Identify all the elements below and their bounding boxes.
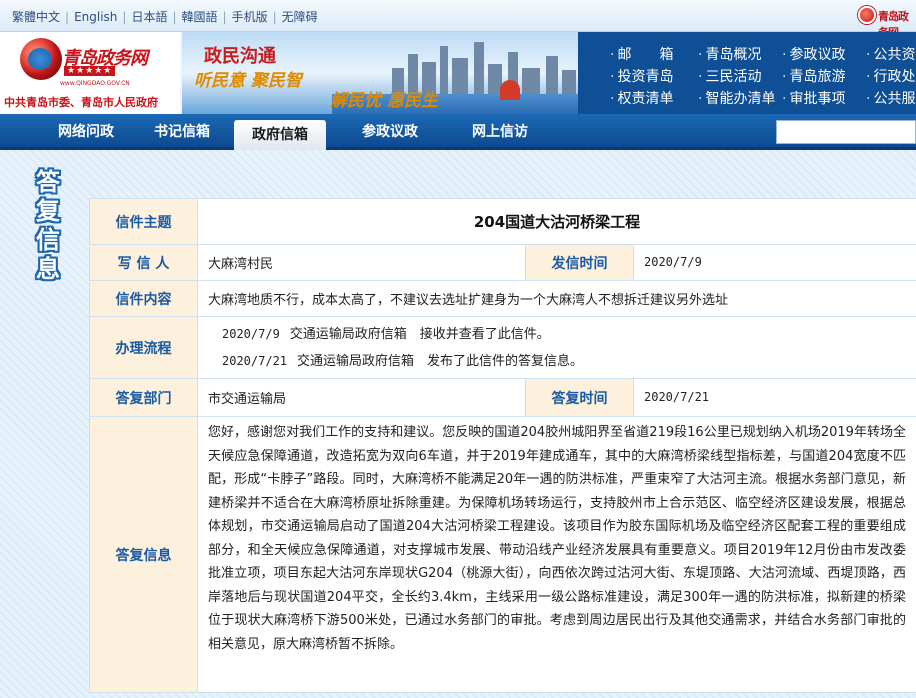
link-traditional-chinese[interactable]: 繁體中文 [12, 10, 60, 24]
site-banner: 青岛政务网 ★★★★★ www.QINGDAO.GOV.CN 中共青岛市委、青岛… [0, 32, 916, 114]
may-wind-sculpture-image [500, 80, 520, 100]
side-label-char: 信 [36, 226, 60, 254]
dept-label: 答复部门 [89, 378, 198, 417]
process-text: 交通运输局政府信箱 发布了此信件的答复信息。 [297, 353, 584, 369]
table-row: 信件内容 大麻湾地质不行，成本太高了，不建议去选址扩建身为一个大麻湾人不想拆迁建… [89, 280, 916, 317]
section-side-label: 答 复 信 息 [30, 168, 66, 284]
main-nav: 网络问政 书记信箱 政府信箱 参政议政 网上信访 [0, 114, 916, 150]
process-date: 2020/7/21 [222, 353, 288, 368]
reply-time-label: 答复时间 [525, 378, 634, 417]
globe-logo-icon [20, 38, 62, 80]
side-label-char: 答 [36, 168, 60, 196]
content-label: 信件内容 [89, 280, 198, 317]
slogan-main: 政民沟通 [204, 46, 276, 67]
ql-smart-list[interactable]: 智能办清单 [698, 88, 775, 108]
site-logo[interactable]: 青岛政务网 ★★★★★ www.QINGDAO.GOV.CN 中共青岛市委、青岛… [0, 32, 180, 114]
search-input[interactable] [776, 120, 916, 144]
process-item: 2020/7/9 交通运输局政府信箱 接收并查看了此信件。 [198, 321, 916, 348]
link-japanese[interactable]: 日本語 [131, 10, 167, 24]
tab-secretary-mailbox[interactable]: 书记信箱 [136, 120, 228, 150]
logo-url: www.QINGDAO.GOV.CN [60, 80, 130, 87]
ql-participation[interactable]: 参政议政 [782, 44, 845, 64]
tab-online-politics[interactable]: 网络问政 [40, 120, 132, 150]
reply-content: 您好，感谢您对我们工作的支持和建议。您反映的国道204胶州城阳界至省道219段1… [197, 416, 916, 693]
top-site-logo[interactable]: 青岛政务网 [858, 4, 916, 39]
quicklinks-row: 投资青岛 三民活动 青岛旅游 行政处 [578, 66, 916, 88]
process-label: 办理流程 [89, 316, 198, 379]
tab-government-mailbox[interactable]: 政府信箱 [234, 120, 326, 150]
quicklinks-row: 权责清单 智能办清单 审批事项 公共服 [578, 88, 916, 110]
globe-icon [858, 6, 876, 24]
quicklinks-row: 邮 箱 青岛概况 参政议政 公共资 [578, 44, 916, 66]
link-korean[interactable]: 韓國語 [182, 10, 218, 24]
top-utility-bar: 繁體中文|English|日本語|韓國語|手机版|无障碍 青岛政务网 [0, 0, 916, 39]
reply-label: 答复信息 [89, 416, 198, 693]
process-item: 2020/7/21 交通运输局政府信箱 发布了此信件的答复信息。 [198, 348, 916, 375]
slogan-line2: 解民忧 惠民生 [330, 91, 438, 111]
subject-label: 信件主题 [89, 198, 198, 245]
slogan-banner: 政民沟通 听民意 聚民智 解民忧 惠民生 [182, 32, 578, 114]
ql-invest[interactable]: 投资青岛 [610, 66, 673, 86]
tab-participation[interactable]: 参政议政 [344, 120, 436, 150]
link-english[interactable]: English [74, 10, 117, 24]
ql-approval[interactable]: 审批事项 [782, 88, 845, 108]
ql-admin-penalty[interactable]: 行政处 [866, 66, 915, 86]
sent-time-label: 发信时间 [525, 244, 634, 281]
process-list: 2020/7/9 交通运输局政府信箱 接收并查看了此信件。 2020/7/21 交通… [197, 316, 916, 379]
table-row: 信件主题 204国道大沽河桥梁工程 [89, 198, 916, 245]
ql-public-service[interactable]: 公共服 [866, 88, 915, 108]
language-links: 繁體中文 | English | 日本語 | 韓國語 | 手机版 | 无障碍 [12, 10, 318, 24]
ql-qingdao-overview[interactable]: 青岛概况 [698, 44, 761, 64]
letter-content: 大麻湾地质不行，成本太高了，不建议去选址扩建身为一个大麻湾人不想拆迁建议另外选址 [197, 280, 916, 317]
dept-value: 市交通运输局 [197, 378, 526, 417]
side-label-char: 复 [36, 197, 60, 225]
site-subtitle: 中共青岛市委、青岛市人民政府 [4, 96, 158, 109]
writer-label: 写 信 人 [89, 244, 198, 281]
link-mobile[interactable]: 手机版 [232, 10, 268, 24]
link-accessibility[interactable]: 无障碍 [282, 10, 318, 24]
ql-three-min[interactable]: 三民活动 [698, 66, 761, 86]
ql-public-resources[interactable]: 公共资 [866, 44, 915, 64]
quick-links: 邮 箱 青岛概况 参政议政 公共资 投资青岛 三民活动 青岛旅游 行政处 权责清… [578, 32, 916, 114]
reply-date: 2020/7/21 [644, 390, 710, 404]
writer-value: 大麻湾村民 [197, 244, 526, 281]
slogan-line1: 听民意 聚民智 [194, 71, 302, 91]
process-text: 交通运输局政府信箱 接收并查看了此信件。 [289, 326, 550, 342]
table-row: 答复部门 市交通运输局 答复时间 2020/7/21 [89, 378, 916, 417]
side-label-char: 息 [36, 255, 60, 283]
ql-power-list[interactable]: 权责清单 [610, 88, 673, 108]
ql-mailbox[interactable]: 邮 箱 [610, 44, 673, 64]
letter-subject: 204国道大沽河桥梁工程 [197, 198, 916, 245]
table-row: 答复信息 您好，感谢您对我们工作的支持和建议。您反映的国道204胶州城阳界至省道… [89, 416, 916, 693]
tab-online-petition[interactable]: 网上信访 [454, 120, 546, 150]
process-date: 2020/7/9 [222, 326, 280, 341]
table-row: 写 信 人 大麻湾村民 发信时间 2020/7/9 [89, 244, 916, 281]
letter-detail-table: 信件主题 204国道大沽河桥梁工程 写 信 人 大麻湾村民 发信时间 2020/… [89, 198, 916, 693]
ql-tourism[interactable]: 青岛旅游 [782, 66, 845, 86]
sent-date: 2020/7/9 [644, 255, 702, 269]
table-row: 办理流程 2020/7/9 交通运输局政府信箱 接收并查看了此信件。 2020/7… [89, 316, 916, 379]
logo-stars: ★★★★★ [64, 66, 116, 76]
